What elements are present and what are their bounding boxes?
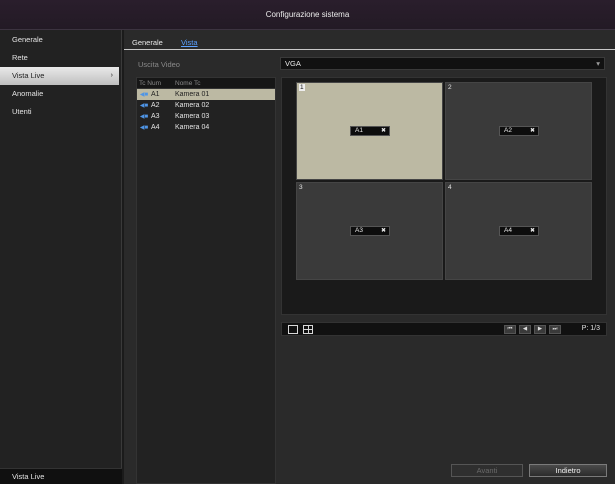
camera-list-header: Tc Num Nome Tc: [137, 78, 275, 89]
sidebar-item-anomalie[interactable]: Anomalie: [0, 85, 121, 103]
sidebar-footer-label: Vista Live: [0, 468, 122, 484]
layout-toolbar: ⏮ ◀ ▶ ⏭ P: 1/3: [281, 322, 607, 336]
last-page-button[interactable]: ⏭: [549, 325, 561, 334]
sidebar-item-rete[interactable]: Rete: [0, 49, 121, 67]
layout-grid: 1 A1 ✖ 2 A2 ✖ 3 A3 ✖ 4 A4 ✖: [281, 77, 607, 315]
quad-view-icon[interactable]: [303, 325, 313, 334]
cell-camera-label[interactable]: A1 ✖: [350, 126, 390, 136]
layout-cell[interactable]: 1 A1 ✖: [296, 82, 443, 180]
layout-cell[interactable]: 2 A2 ✖: [445, 82, 592, 180]
camera-row[interactable]: ◀■ A2 Kamera 02: [137, 100, 275, 111]
sidebar-item-vista-live[interactable]: Vista Live ›: [0, 67, 119, 85]
video-output-select[interactable]: VGA ▾: [280, 57, 605, 70]
chevron-down-icon: ▾: [596, 59, 600, 68]
title-bar: Configurazione sistema: [0, 0, 615, 30]
sidebar-item-generale[interactable]: Generale: [0, 31, 121, 49]
back-button[interactable]: Indietro: [529, 464, 607, 477]
camera-row[interactable]: ◀■ A3 Kamera 03: [137, 111, 275, 122]
chevron-right-icon: ›: [110, 72, 113, 79]
cell-index: 2: [448, 84, 452, 91]
camera-list: Tc Num Nome Tc ◀■ A1 Kamera 01 ◀■ A2 Kam…: [136, 77, 276, 484]
camera-icon: ◀■: [139, 125, 149, 131]
camera-row[interactable]: ◀■ A1 Kamera 01: [137, 89, 275, 100]
tab-vista[interactable]: Vista: [181, 38, 198, 47]
first-page-button[interactable]: ⏮: [504, 325, 516, 334]
page-indicator: P: 1/3: [581, 325, 600, 332]
cell-camera-label[interactable]: A2 ✖: [499, 126, 539, 136]
sidebar: Generale Rete Vista Live › Anomalie Uten…: [0, 30, 122, 484]
camera-icon: ◀■: [139, 103, 149, 109]
column-header-number: Tc Num: [139, 80, 162, 87]
cell-index: 4: [448, 184, 452, 191]
camera-icon: ◀■: [139, 92, 149, 98]
cell-index: 3: [299, 184, 303, 191]
video-output-label: Uscita Video: [138, 60, 180, 69]
cell-camera-label[interactable]: A4 ✖: [499, 226, 539, 236]
remove-icon[interactable]: ✖: [381, 227, 386, 235]
remove-icon[interactable]: ✖: [530, 227, 535, 235]
camera-icon: ◀■: [139, 114, 149, 120]
column-header-name: Nome Tc: [175, 80, 201, 87]
cell-camera-label[interactable]: A3 ✖: [350, 226, 390, 236]
sidebar-item-utenti[interactable]: Utenti: [0, 103, 121, 121]
cell-index: 1: [299, 84, 305, 91]
tab-generale[interactable]: Generale: [132, 38, 163, 47]
video-output-value: VGA: [285, 59, 301, 68]
main-panel: Generale Vista Uscita Video VGA ▾ Tc Num…: [124, 30, 615, 484]
next-page-button[interactable]: ▶: [534, 325, 546, 334]
layout-cell[interactable]: 4 A4 ✖: [445, 182, 592, 280]
single-view-icon[interactable]: [288, 325, 298, 334]
remove-icon[interactable]: ✖: [530, 127, 535, 135]
remove-icon[interactable]: ✖: [381, 127, 386, 135]
window-title: Configurazione sistema: [265, 10, 350, 19]
camera-row[interactable]: ◀■ A4 Kamera 04: [137, 122, 275, 133]
layout-cell[interactable]: 3 A3 ✖: [296, 182, 443, 280]
tab-bar: Generale Vista: [124, 36, 615, 50]
apply-button[interactable]: Avanti: [451, 464, 523, 477]
prev-page-button[interactable]: ◀: [519, 325, 531, 334]
